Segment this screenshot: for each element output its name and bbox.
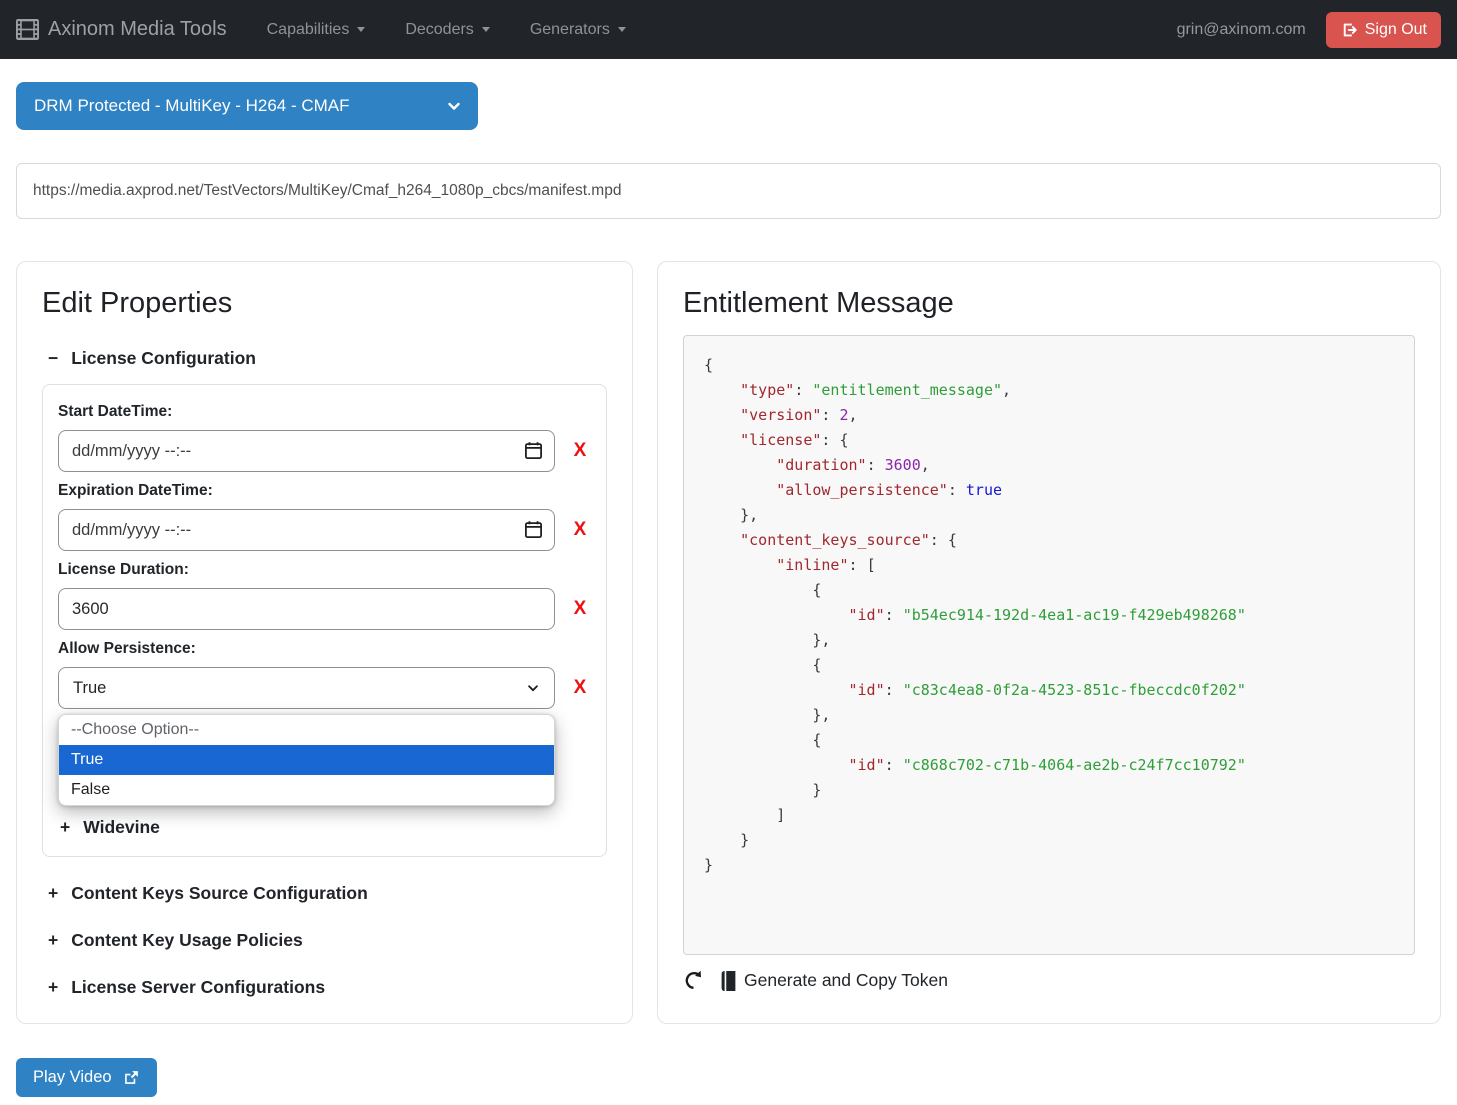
entitlement-message-json: { "type": "entitlement_message", "versio… — [683, 335, 1415, 955]
generate-copy-token-label: Generate and Copy Token — [744, 970, 948, 991]
collapse-minus-icon: − — [48, 348, 58, 369]
navbar: Axinom Media Tools Capabilities Decoders… — [0, 0, 1457, 59]
section-license-server-configurations[interactable]: + License Server Configurations — [42, 977, 607, 998]
clear-expiration-datetime-button[interactable]: X — [569, 519, 591, 541]
section-license-server-configurations-label: License Server Configurations — [71, 977, 325, 998]
edit-properties-card: Edit Properties − License Configuration … — [16, 261, 633, 1024]
content-panels: Edit Properties − License Configuration … — [16, 261, 1441, 1024]
calendar-icon[interactable] — [524, 441, 543, 460]
license-duration-row: X — [58, 588, 591, 630]
generate-copy-token-button[interactable]: Generate and Copy Token — [720, 970, 948, 991]
app-brand[interactable]: Axinom Media Tools — [16, 18, 227, 41]
section-widevine[interactable]: + Widevine — [58, 817, 591, 838]
expand-plus-icon: + — [48, 977, 58, 998]
start-datetime-input[interactable] — [58, 430, 555, 472]
allow-persistence-label: Allow Persistence: — [58, 640, 591, 658]
clear-license-duration-button[interactable]: X — [569, 598, 591, 620]
expand-plus-icon: + — [60, 817, 70, 838]
allow-persistence-dropdown: --Choose Option-- True False — [58, 714, 555, 806]
nav-menu-decoders-label: Decoders — [405, 21, 473, 39]
section-content-key-usage-policies[interactable]: + Content Key Usage Policies — [42, 930, 607, 951]
caret-down-icon — [618, 27, 626, 32]
allow-persistence-option-false[interactable]: False — [59, 775, 554, 805]
expiration-datetime-label: Expiration DateTime: — [58, 482, 591, 500]
expand-plus-icon: + — [48, 883, 58, 904]
sign-out-label: Sign Out — [1365, 21, 1427, 39]
entitlement-message-title: Entitlement Message — [683, 287, 1415, 320]
caret-down-icon — [357, 27, 365, 32]
start-datetime-label: Start DateTime: — [58, 403, 591, 421]
start-datetime-row: X — [58, 430, 591, 472]
main-content: DRM Protected - MultiKey - H264 - CMAF h… — [0, 82, 1457, 1097]
edit-properties-title: Edit Properties — [42, 287, 607, 320]
app-title: Axinom Media Tools — [48, 18, 227, 41]
test-vector-selected-label: DRM Protected - MultiKey - H264 - CMAF — [34, 96, 350, 116]
expiration-datetime-input[interactable] — [58, 509, 555, 551]
manifest-url: https://media.axprod.net/TestVectors/Mul… — [16, 163, 1441, 219]
external-link-icon — [123, 1069, 140, 1086]
clear-start-datetime-button[interactable]: X — [569, 440, 591, 462]
allow-persistence-option-true[interactable]: True — [59, 745, 554, 775]
test-vector-select[interactable]: DRM Protected - MultiKey - H264 - CMAF — [16, 82, 478, 130]
play-video-label: Play Video — [33, 1068, 112, 1087]
allow-persistence-selected-value: True — [73, 679, 106, 698]
allow-persistence-row: True --Choose Option-- True False — [58, 667, 591, 709]
allow-persistence-select[interactable]: True — [58, 667, 555, 709]
refresh-token-button[interactable] — [683, 970, 704, 991]
navbar-right: grin@axinom.com Sign Out — [1177, 12, 1441, 48]
token-actions-row: Generate and Copy Token — [683, 970, 1415, 991]
nav-menu-generators-label: Generators — [530, 21, 610, 39]
refresh-icon — [683, 970, 704, 991]
section-license-configuration-label: License Configuration — [71, 348, 256, 369]
section-content-key-usage-policies-label: Content Key Usage Policies — [71, 930, 302, 951]
clear-allow-persistence-button[interactable]: X — [569, 677, 591, 699]
license-duration-label: License Duration: — [58, 561, 591, 579]
nav-menus: Capabilities Decoders Generators — [267, 21, 626, 39]
book-icon — [720, 971, 737, 991]
expiration-datetime-row: X — [58, 509, 591, 551]
section-widevine-label: Widevine — [83, 817, 160, 838]
entitlement-message-card: Entitlement Message { "type": "entitleme… — [657, 261, 1441, 1024]
license-duration-input[interactable] — [58, 588, 555, 630]
film-icon — [16, 19, 39, 40]
calendar-icon[interactable] — [524, 520, 543, 539]
select-chevron-icon — [526, 681, 540, 695]
sign-out-button[interactable]: Sign Out — [1326, 12, 1441, 48]
sign-out-icon — [1340, 21, 1358, 39]
nav-menu-generators[interactable]: Generators — [530, 21, 626, 39]
nav-menu-decoders[interactable]: Decoders — [405, 21, 489, 39]
section-license-configuration[interactable]: − License Configuration — [42, 348, 607, 369]
chevron-down-icon — [446, 98, 462, 114]
nav-menu-capabilities-label: Capabilities — [267, 21, 350, 39]
section-content-keys-source-configuration-label: Content Keys Source Configuration — [71, 883, 368, 904]
license-configuration-panel: Start DateTime: X — [42, 384, 607, 857]
section-content-keys-source-configuration[interactable]: + Content Keys Source Configuration — [42, 883, 607, 904]
nav-menu-capabilities[interactable]: Capabilities — [267, 21, 366, 39]
caret-down-icon — [482, 27, 490, 32]
expand-plus-icon: + — [48, 930, 58, 951]
user-email: grin@axinom.com — [1177, 21, 1306, 39]
allow-persistence-option-choose[interactable]: --Choose Option-- — [59, 715, 554, 745]
play-video-button[interactable]: Play Video — [16, 1058, 157, 1097]
